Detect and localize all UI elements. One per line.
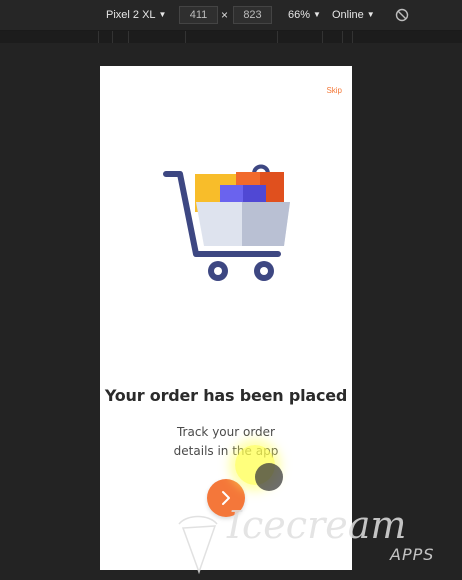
skip-link[interactable]: Skip	[326, 86, 342, 95]
ruler-tick	[342, 31, 343, 43]
caret-down-icon: ▼	[313, 10, 321, 19]
ruler-tick	[98, 31, 99, 43]
ruler-tick	[128, 31, 129, 43]
chevron-right-icon	[222, 491, 230, 505]
order-placed-subtitle: Track your order details in the app	[100, 423, 352, 461]
caret-down-icon: ▼	[366, 10, 375, 19]
zoom-value: 66%	[288, 9, 311, 21]
next-button[interactable]	[207, 479, 245, 517]
device-ruler	[0, 31, 462, 43]
no-sign-icon[interactable]	[395, 8, 409, 22]
network-throttle-select[interactable]: Online ▼	[332, 9, 375, 21]
ruler-tick	[277, 31, 278, 43]
dimension-separator: ×	[221, 8, 229, 22]
svg-text:APPS: APPS	[389, 545, 434, 564]
height-input[interactable]: 823	[233, 6, 272, 24]
device-select[interactable]: Pixel 2 XL ▼	[106, 9, 166, 21]
ruler-tick	[352, 31, 353, 43]
phone-viewport: Skip Your order has been placed Track yo…	[100, 66, 352, 570]
devtools-device-toolbar: Pixel 2 XL ▼ 411 × 823 66% ▼ Online ▼	[0, 0, 462, 31]
device-name: Pixel 2 XL	[106, 9, 156, 21]
cursor-indicator	[255, 463, 283, 491]
network-value: Online	[332, 9, 364, 21]
shopping-cart-icon	[163, 164, 290, 281]
ruler-tick	[322, 31, 323, 43]
ruler-tick	[185, 31, 186, 43]
zoom-select[interactable]: 66% ▼	[288, 9, 321, 21]
subtitle-line-2: details in the app	[173, 444, 279, 458]
ruler-tick	[112, 31, 113, 43]
width-input[interactable]: 411	[179, 6, 218, 24]
caret-down-icon: ▼	[158, 10, 167, 19]
subtitle-line-1: Track your order	[176, 425, 275, 439]
order-placed-title: Your order has been placed	[104, 386, 348, 405]
